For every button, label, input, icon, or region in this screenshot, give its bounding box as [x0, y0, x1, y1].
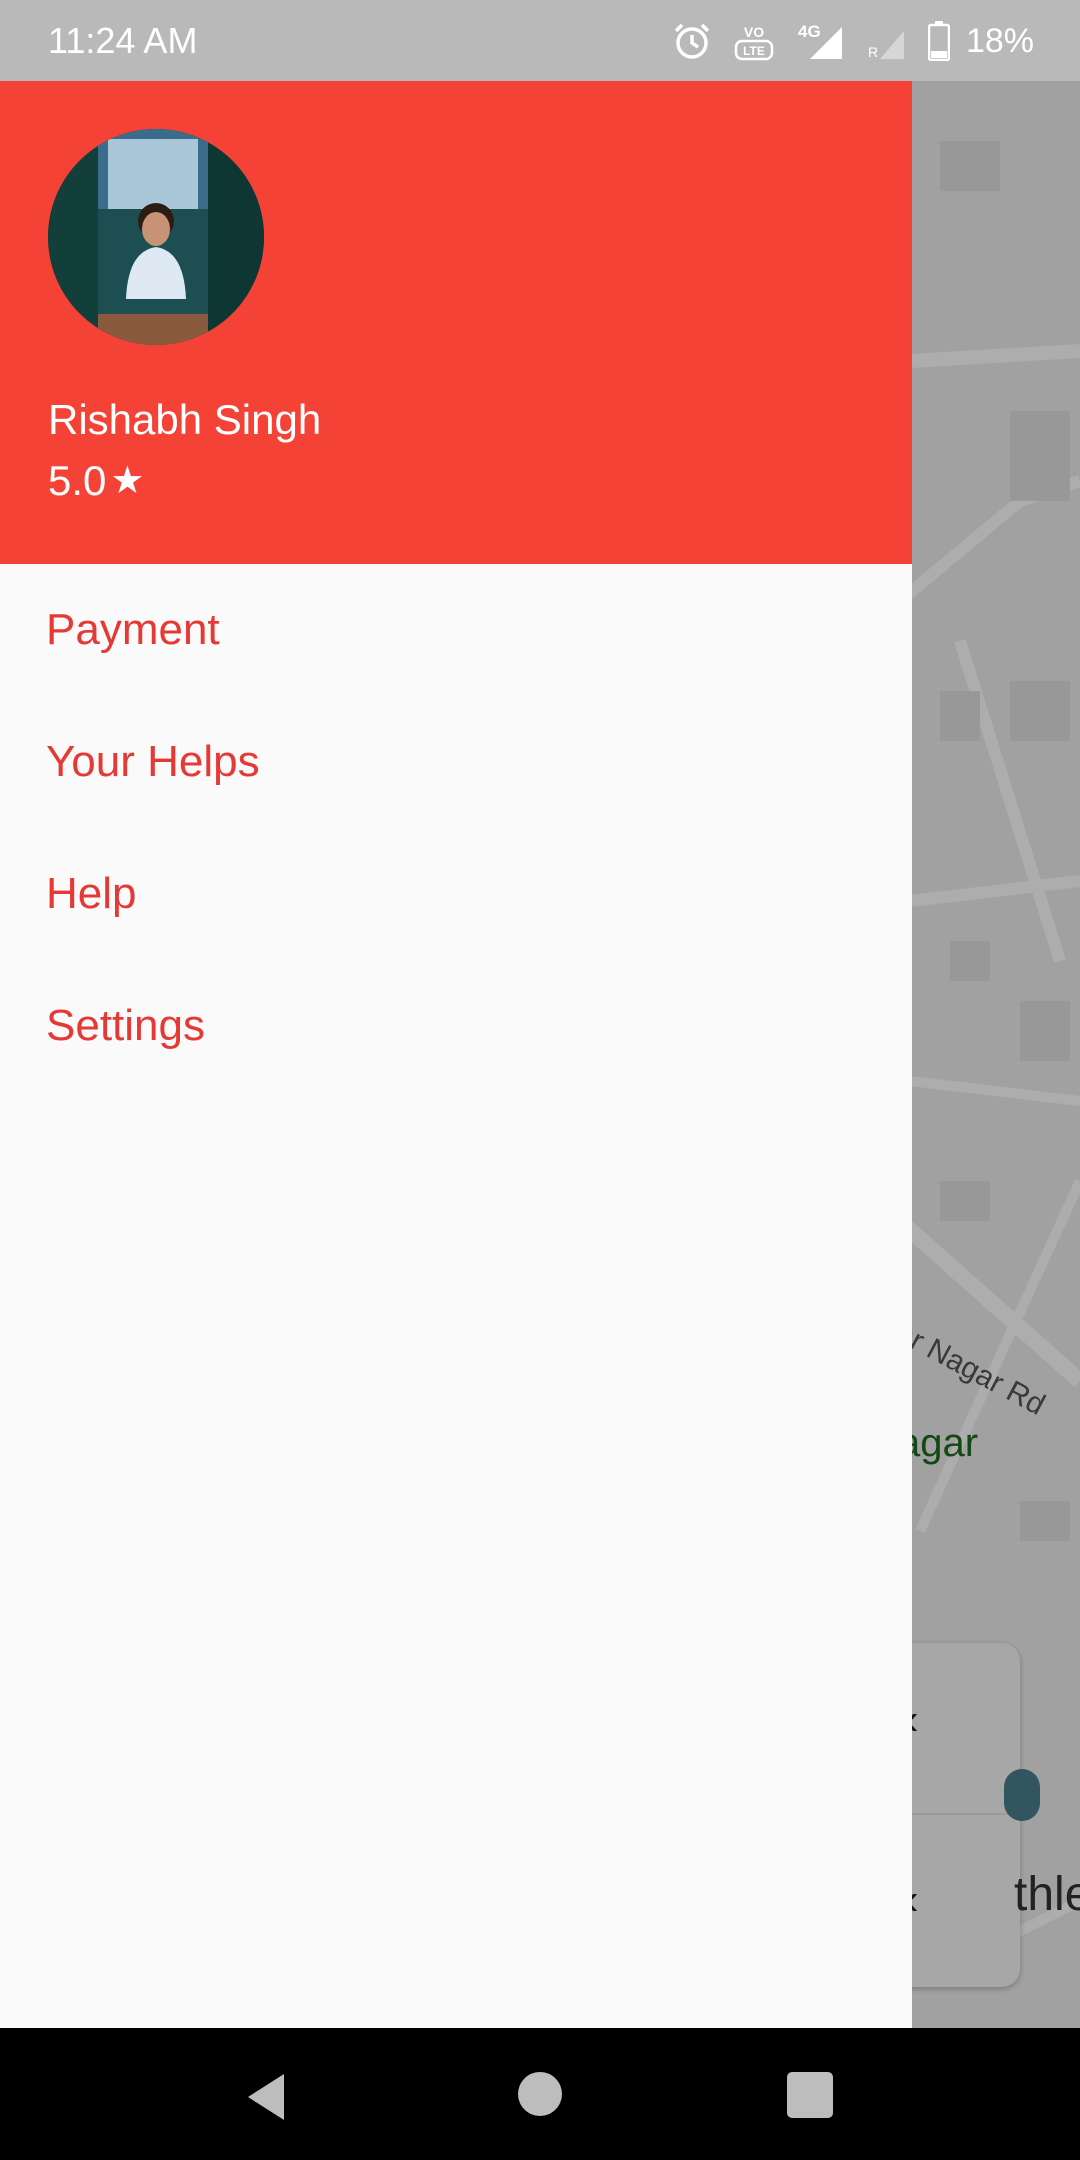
- avatar-photo: [48, 129, 264, 345]
- volte-icon: VO LTE: [734, 24, 774, 61]
- avatar[interactable]: [48, 129, 264, 345]
- alarm-icon: [674, 23, 710, 59]
- menu-item-your-helps[interactable]: Your Helps: [0, 696, 912, 828]
- user-name: Rishabh Singh: [48, 396, 322, 443]
- recents-icon[interactable]: [787, 2072, 833, 2118]
- svg-text:4G: 4G: [798, 22, 821, 41]
- star-icon: ★: [110, 460, 145, 502]
- drawer-menu: Payment Your Helps Help Settings: [0, 564, 912, 1092]
- signal-roaming-icon: R: [868, 31, 904, 60]
- home-icon[interactable]: [518, 2072, 562, 2116]
- navigation-bar: [0, 2028, 1080, 2160]
- battery-percent: 18%: [965, 21, 1034, 60]
- drawer-header: Rishabh Singh 5.0 ★: [0, 81, 912, 564]
- rating-value: 5.0: [48, 457, 107, 504]
- svg-text:R: R: [868, 44, 878, 60]
- menu-item-settings[interactable]: Settings: [0, 960, 912, 1092]
- status-bar: 11:24 AM VO LTE 4G R 18%: [0, 0, 1080, 81]
- navigation-drawer: Rishabh Singh 5.0 ★ Payment Your Helps H…: [0, 81, 912, 2028]
- status-time: 11:24 AM: [48, 20, 198, 61]
- status-icons: VO LTE 4G R 18%: [672, 14, 1034, 68]
- signal-4g-icon: 4G: [798, 22, 842, 59]
- screen: ar Nagar Rd agar ‹ ‹ thle: [0, 0, 1080, 2160]
- menu-item-payment[interactable]: Payment: [0, 564, 912, 696]
- menu-item-help[interactable]: Help: [0, 828, 912, 960]
- user-rating: 5.0 ★: [48, 457, 144, 505]
- svg-text:LTE: LTE: [743, 44, 765, 58]
- back-icon[interactable]: [244, 2072, 288, 2122]
- svg-text:VO: VO: [744, 24, 764, 40]
- battery-icon: [927, 21, 950, 61]
